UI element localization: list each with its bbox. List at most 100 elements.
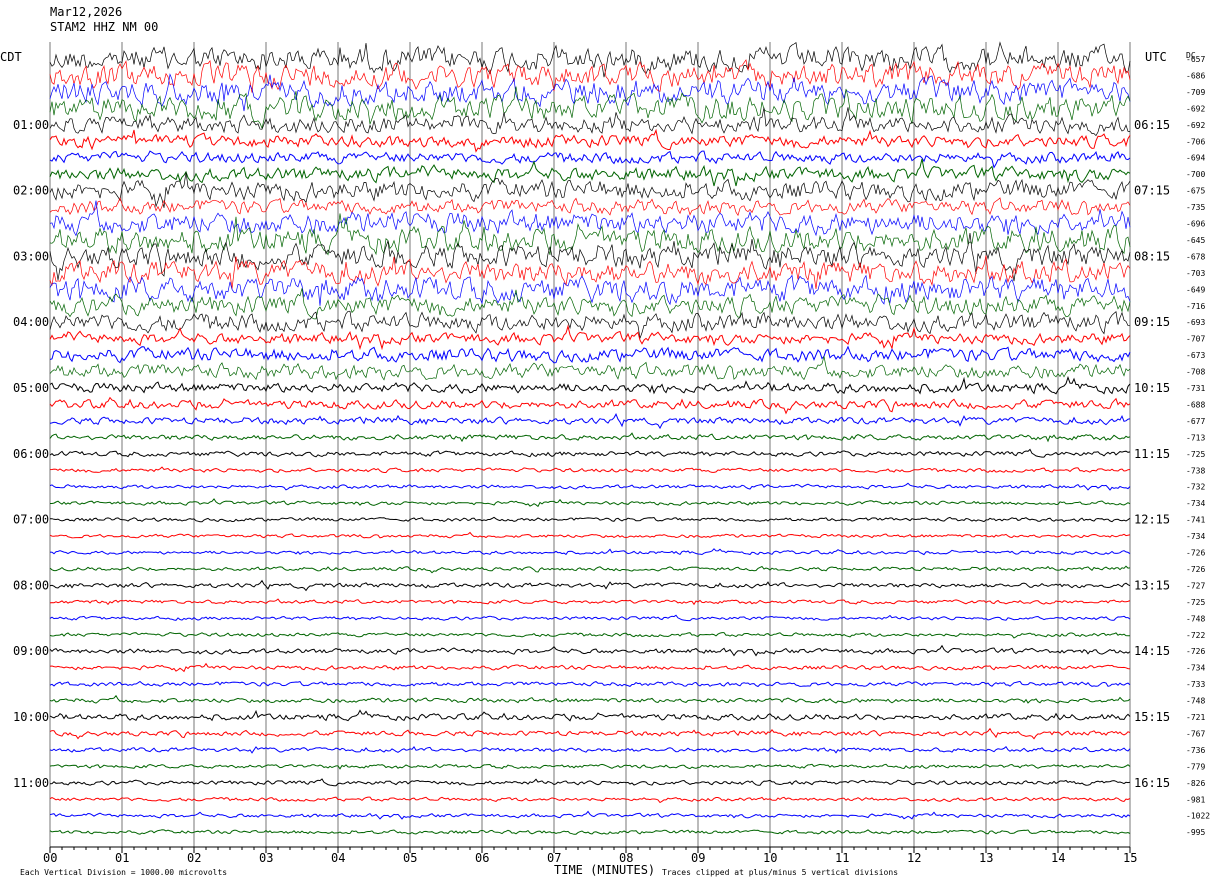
trace-line <box>49 662 1131 673</box>
dc-offset-label: -694 <box>1186 154 1205 163</box>
trace-line <box>49 709 1131 722</box>
trace-line <box>50 498 1131 508</box>
dc-offset-label: -721 <box>1186 713 1205 722</box>
trace-line <box>49 150 1131 169</box>
x-tick-label: 04 <box>331 851 345 865</box>
dc-offset-label: -722 <box>1186 631 1205 640</box>
right-hour-label: 14:15 <box>1134 644 1170 658</box>
right-hour-label: 11:15 <box>1134 447 1170 461</box>
dc-offset-label: -678 <box>1186 252 1205 261</box>
x-tick-label: 13 <box>979 851 993 865</box>
x-tick-label: 05 <box>403 851 417 865</box>
trace-line <box>49 396 1131 415</box>
dc-offset-label: -734 <box>1186 664 1205 673</box>
right-hour-label: 09:15 <box>1134 315 1170 329</box>
dc-offset-label: -733 <box>1186 680 1205 689</box>
trace-line <box>49 579 1131 592</box>
trace-line <box>49 680 1131 688</box>
dc-offset-label: -703 <box>1186 269 1205 278</box>
trace-line <box>49 413 1131 430</box>
trace-line <box>49 614 1131 622</box>
dc-offset-label: -713 <box>1186 433 1205 442</box>
trace-line <box>49 565 1131 574</box>
trace-line <box>49 310 1131 339</box>
trace-line <box>49 727 1131 740</box>
dc-offset-label: -736 <box>1186 746 1205 755</box>
trace-line <box>49 810 1131 820</box>
x-tick-label: 15 <box>1123 851 1137 865</box>
dc-offset-label: -726 <box>1186 549 1205 558</box>
right-hour-label: 06:15 <box>1134 118 1170 132</box>
dc-offset-label: -732 <box>1186 483 1205 492</box>
trace-line <box>49 694 1131 704</box>
dc-offset-label: -675 <box>1186 187 1205 196</box>
dc-offset-label: -748 <box>1186 614 1205 623</box>
trace-line <box>49 288 1131 320</box>
trace-line <box>49 829 1131 835</box>
dc-offset-label: -726 <box>1186 565 1205 574</box>
dc-offset-label: -826 <box>1186 779 1205 788</box>
dc-offset-label: -734 <box>1186 532 1205 541</box>
trace-line <box>49 482 1131 491</box>
trace-line <box>49 128 1131 153</box>
trace-line <box>49 172 1131 208</box>
dc-offset-label: -709 <box>1186 88 1205 97</box>
x-axis-title: TIME (MINUTES) <box>554 863 655 877</box>
x-tick-label: 07 <box>547 851 561 865</box>
trace-line <box>49 233 1131 282</box>
right-hour-label: 07:15 <box>1134 184 1170 198</box>
left-hour-label: 06:00 <box>13 447 49 461</box>
trace-line <box>49 778 1131 787</box>
trace-line <box>49 466 1131 474</box>
left-hour-label: 07:00 <box>13 513 49 527</box>
x-tick-label: 03 <box>259 851 273 865</box>
trace-line <box>49 763 1131 770</box>
seismic-traces <box>49 41 1131 835</box>
trace-line <box>49 548 1131 556</box>
right-hour-label: 08:15 <box>1134 249 1170 263</box>
dc-offset-label: -692 <box>1186 104 1205 113</box>
trace-line <box>49 107 1130 137</box>
x-tick-label: 14 <box>1051 851 1065 865</box>
trace-line <box>49 796 1131 804</box>
trace-line <box>49 324 1131 351</box>
dc-offset-label: -649 <box>1186 285 1205 294</box>
trace-line <box>49 432 1131 443</box>
x-tick-label: 00 <box>43 851 57 865</box>
dc-offset-label: -706 <box>1186 137 1205 146</box>
x-tick-label: 02 <box>187 851 201 865</box>
left-hour-label: 11:00 <box>13 776 49 790</box>
trace-line <box>49 197 1131 217</box>
left-hour-label: 01:00 <box>13 118 49 132</box>
x-tick-label: 10 <box>763 851 777 865</box>
grid-lines <box>49 42 1131 853</box>
trace-line <box>49 745 1131 754</box>
x-tick-label: 09 <box>691 851 705 865</box>
right-hour-label: 16:15 <box>1134 776 1170 790</box>
dc-offset-label: -731 <box>1186 384 1205 393</box>
dc-offset-label: -725 <box>1186 598 1205 607</box>
left-hour-label: 08:00 <box>13 578 49 592</box>
right-timezone-label: UTC <box>1145 50 1167 64</box>
right-hour-label: 12:15 <box>1134 513 1170 527</box>
left-hour-label: 03:00 <box>13 249 49 263</box>
trace-line <box>49 631 1130 639</box>
trace-line <box>49 200 1131 237</box>
dc-offset-label: -673 <box>1186 351 1205 360</box>
dc-offset-label: -716 <box>1186 302 1205 311</box>
scale-note: Each Vertical Division = 1000.00 microvo… <box>20 868 227 877</box>
dc-offset-label: -692 <box>1186 121 1205 130</box>
trace-line <box>49 644 1131 657</box>
trace-line <box>49 598 1131 606</box>
dc-offset-label: -693 <box>1186 318 1205 327</box>
dc-offset-label: -700 <box>1186 170 1205 179</box>
right-hour-label: 13:15 <box>1134 578 1170 592</box>
dc-offset-label: -726 <box>1186 647 1205 656</box>
dc-offset-label: -725 <box>1186 450 1205 459</box>
x-tick-label: 08 <box>619 851 633 865</box>
dc-offset-label: -748 <box>1186 697 1205 706</box>
trace-line <box>50 516 1131 523</box>
x-tick-label: 11 <box>835 851 849 865</box>
dc-offset-label: -767 <box>1186 729 1205 738</box>
x-tick-label: 12 <box>907 851 921 865</box>
